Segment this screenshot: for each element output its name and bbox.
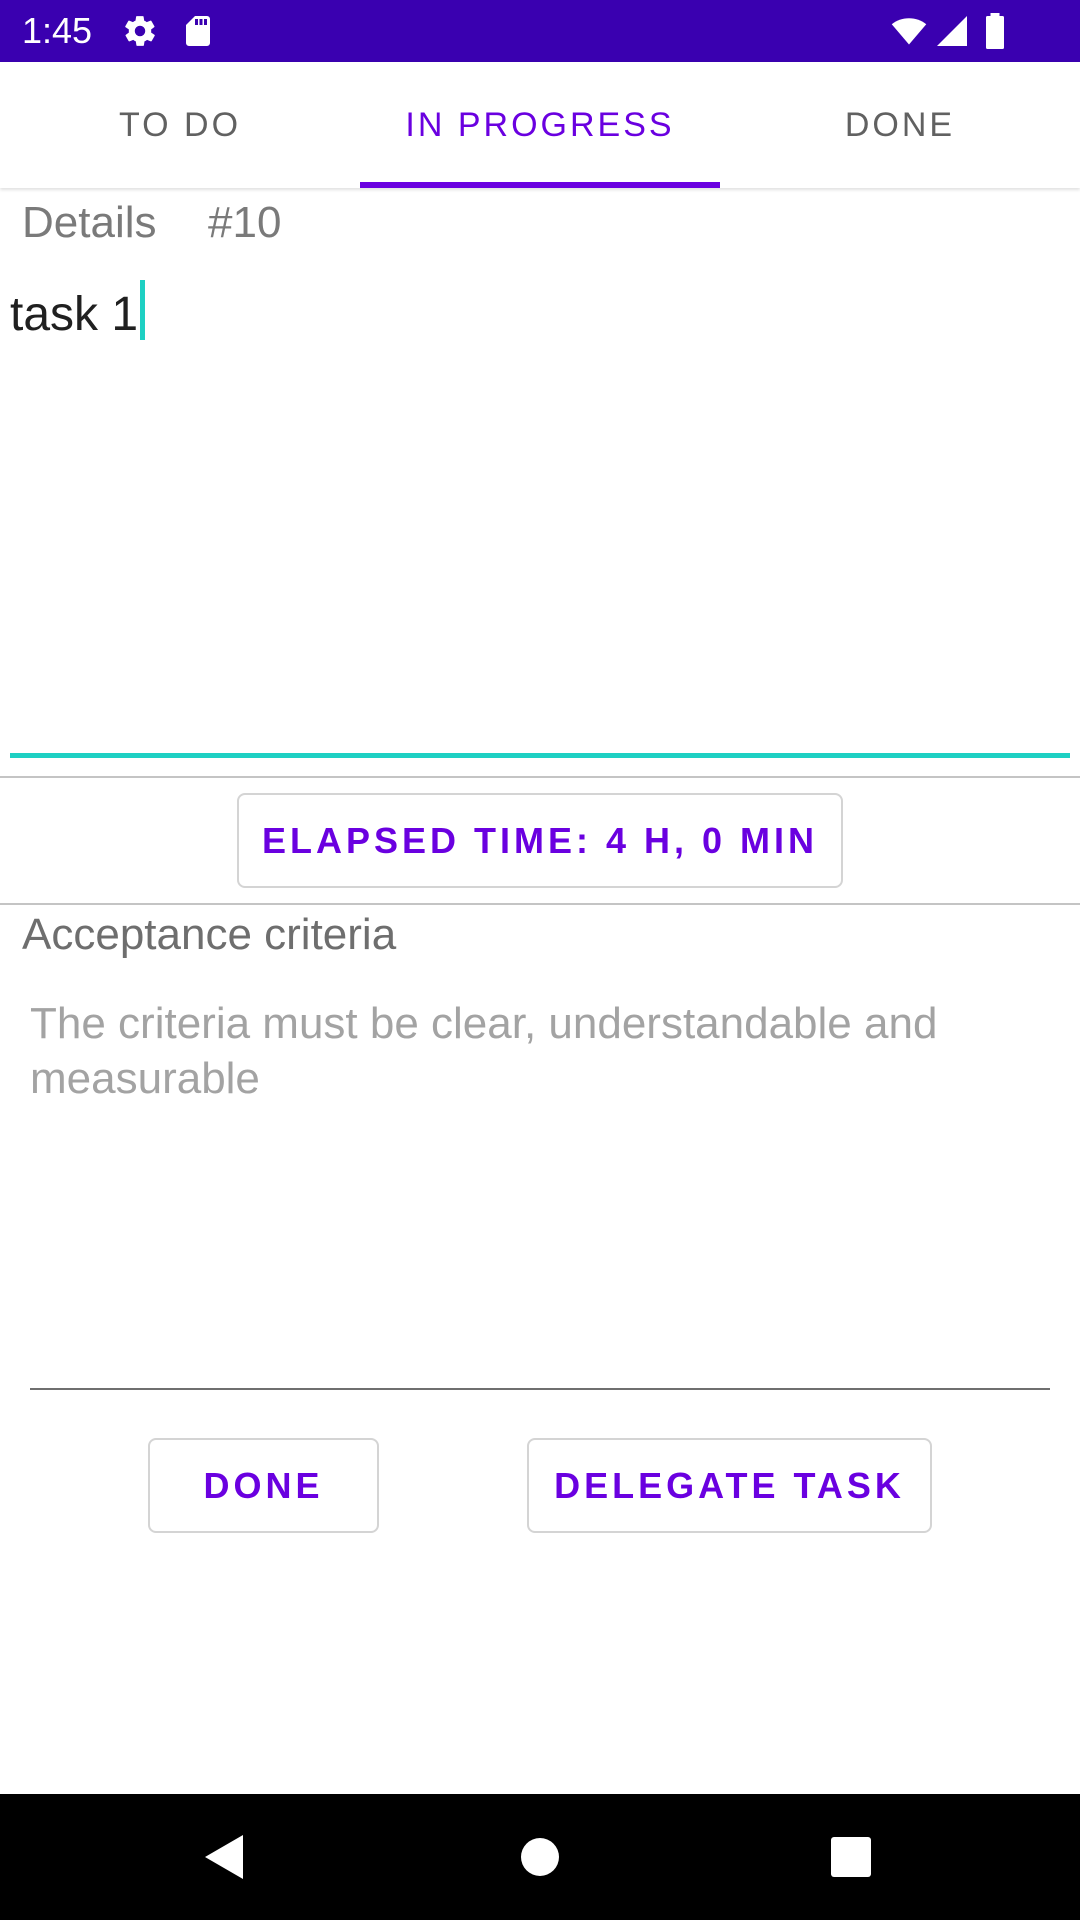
back-icon[interactable] [165,1794,285,1920]
text-cursor [140,280,146,340]
delegate-task-button-label: DELEGATE TASK [554,1464,905,1506]
delegate-task-button[interactable]: DELEGATE TASK [527,1438,932,1533]
task-name-input[interactable]: task 1 [10,280,1070,760]
divider [0,776,1080,778]
details-label: Details [22,198,157,247]
elapsed-time-label: ELAPSED TIME: 4 H, 0 MIN [261,819,819,861]
task-name-underline [10,753,1070,758]
tab-to-do[interactable]: TO DO [0,62,360,188]
acceptance-criteria-label: Acceptance criteria [22,910,397,959]
active-tab-indicator [360,182,720,188]
status-bar: 1:45 [0,0,1080,62]
done-button[interactable]: DONE [148,1438,379,1533]
wifi-icon [888,13,930,49]
task-number: #10 [208,198,282,247]
elapsed-time-button[interactable]: ELAPSED TIME: 4 H, 0 MIN [237,793,843,888]
acceptance-criteria-placeholder: The criteria must be clear, understandab… [30,999,938,1103]
sd-card-icon [180,13,216,49]
done-button-label: DONE [203,1464,324,1506]
signal-icon [934,13,970,49]
tab-in-progress[interactable]: IN PROGRESS [360,62,720,188]
status-time: 1:45 [22,10,93,51]
tab-bar: TO DO IN PROGRESS DONE [0,62,1080,188]
tab-done[interactable]: DONE [720,62,1080,188]
task-name-value: task 1 [10,288,139,341]
app-screen: 1:45 TO DO IN PROGRESS DONE Details #10 … [0,0,1080,1920]
home-icon[interactable] [480,1794,600,1920]
acceptance-criteria-underline [30,1388,1050,1390]
gear-icon [122,13,158,49]
recents-icon[interactable] [791,1794,911,1920]
acceptance-criteria-input[interactable]: The criteria must be clear, understandab… [30,996,1050,1386]
divider [0,903,1080,905]
battery-icon [980,13,1010,49]
navigation-bar [0,1794,1080,1920]
